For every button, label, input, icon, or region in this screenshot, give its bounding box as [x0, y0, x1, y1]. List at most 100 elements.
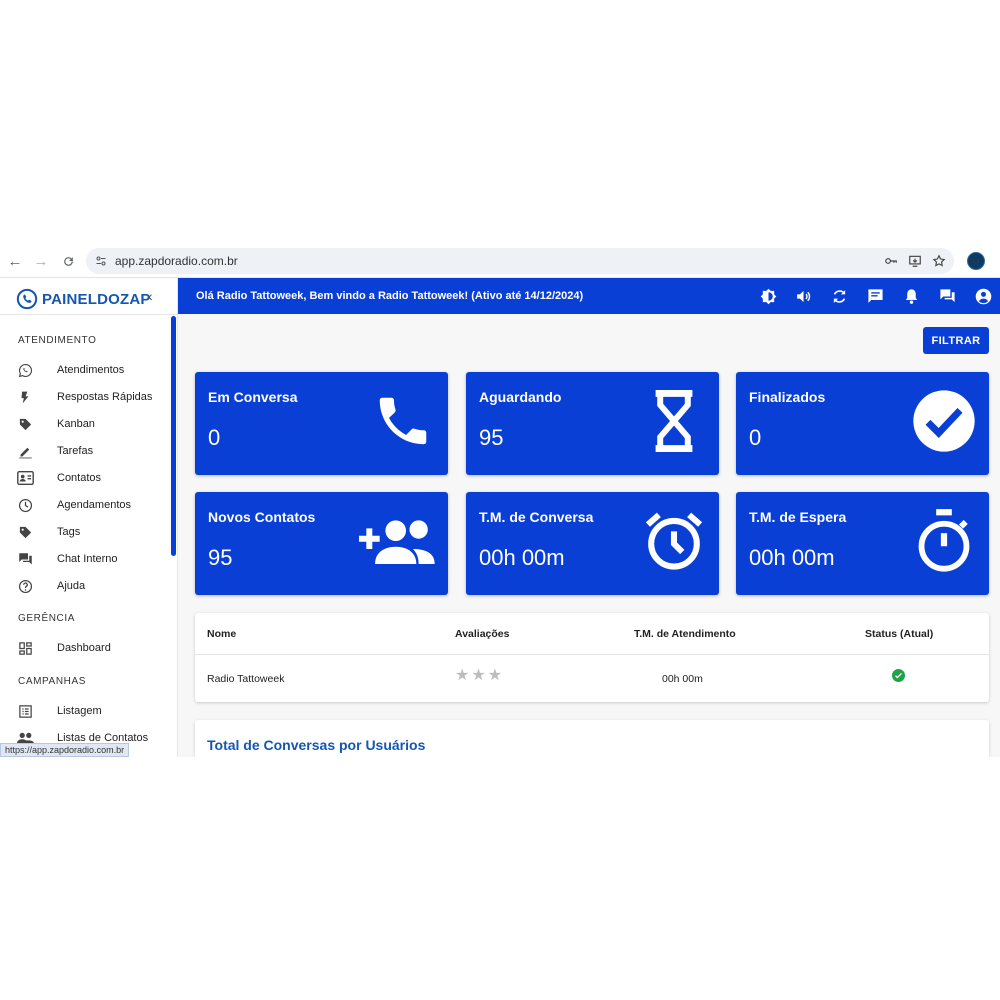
- table-divider: [195, 654, 989, 655]
- pencil-icon: [16, 443, 34, 459]
- volume-icon[interactable]: [794, 287, 812, 305]
- top-app-bar: Olá Radio Tattoweek, Bem vindo a Radio T…: [178, 278, 1000, 314]
- browser-toolbar: ← → app.zapdoradio.com.br: [0, 244, 1000, 278]
- sidebar-item-tarefas[interactable]: Tarefas: [0, 439, 170, 463]
- column-header-avaliacoes[interactable]: Avaliações: [455, 628, 509, 640]
- sidebar-item-listagem[interactable]: Listagem: [0, 699, 170, 723]
- install-app-icon[interactable]: [903, 254, 927, 268]
- app-screenshot: ← → app.zapdoradio.com.br PAINELDOZAP ‹ …: [0, 244, 1000, 757]
- brand-logo[interactable]: PAINELDOZAP: [16, 288, 151, 310]
- sidebar-divider: [0, 314, 177, 315]
- star-icon[interactable]: ★: [488, 668, 502, 684]
- tag-icon: [16, 416, 34, 432]
- sidebar-item-agendamentos[interactable]: Agendamentos: [0, 493, 170, 517]
- sidebar-item-label: Tarefas: [57, 445, 94, 457]
- profile-avatar[interactable]: [967, 252, 985, 270]
- sidebar-item-label: Ajuda: [57, 580, 86, 592]
- tag-icon: [16, 524, 34, 540]
- timer-icon: [909, 506, 979, 576]
- sidebar-item-label: Atendimentos: [57, 364, 125, 376]
- sidebar-item-label: Contatos: [57, 472, 102, 484]
- dashboard-icon: [16, 640, 34, 656]
- contact-card-icon: [16, 470, 34, 486]
- browser-status-url: https://app.zapdoradio.com.br: [0, 743, 130, 757]
- section-gerencia: GERÊNCIA: [18, 613, 76, 624]
- phone-icon: [368, 386, 438, 456]
- forum-icon[interactable]: [938, 287, 956, 305]
- sidebar-item-label: Dashboard: [57, 642, 111, 654]
- clock-icon: [16, 497, 34, 513]
- card-title: T.M. de Conversa: [479, 509, 594, 525]
- sidebar-item-chat-interno[interactable]: Chat Interno: [0, 547, 170, 571]
- sidebar-item-label: Respostas Rápidas: [57, 391, 153, 403]
- sidebar-item-label: Chat Interno: [57, 553, 118, 565]
- theme-toggle-icon[interactable]: [759, 287, 777, 305]
- address-bar[interactable]: app.zapdoradio.com.br: [86, 248, 954, 274]
- sidebar-item-respostas-rapidas[interactable]: Respostas Rápidas: [0, 385, 170, 409]
- account-circle-icon[interactable]: [974, 287, 992, 305]
- card-novos-contatos: Novos Contatos 95: [195, 492, 448, 595]
- group-add-icon: [358, 506, 438, 576]
- hourglass-icon: [639, 386, 709, 456]
- card-value: 0: [749, 425, 762, 450]
- site-settings-icon[interactable]: [95, 254, 107, 272]
- sidebar: PAINELDOZAP ‹ ATENDIMENTO Atendimentos R…: [0, 278, 178, 757]
- collapse-sidebar-icon[interactable]: ‹: [148, 288, 153, 304]
- star-icon[interactable]: ★: [471, 668, 485, 684]
- cell-nome: Radio Tattoweek: [207, 673, 285, 685]
- column-header-status[interactable]: Status (Atual): [865, 628, 933, 640]
- sidebar-item-label: Tags: [57, 526, 81, 538]
- card-title: Finalizados: [749, 389, 826, 405]
- card-value: 00h 00m: [479, 545, 565, 570]
- card-tm-conversa: T.M. de Conversa 00h 00m: [466, 492, 719, 595]
- sidebar-item-atendimentos[interactable]: Atendimentos: [0, 358, 170, 382]
- chat-icon[interactable]: [866, 287, 884, 305]
- refresh-icon[interactable]: [830, 287, 848, 305]
- sidebar-item-contatos[interactable]: Contatos: [0, 466, 170, 490]
- sidebar-item-tags[interactable]: Tags: [0, 520, 170, 544]
- chart-title: Total de Conversas por Usuários: [207, 737, 426, 753]
- section-campanhas: CAMPANHAS: [18, 676, 87, 687]
- card-value: 0: [208, 425, 221, 450]
- welcome-message: Olá Radio Tattoweek, Bem vindo a Radio T…: [196, 290, 584, 302]
- section-atendimento: ATENDIMENTO: [18, 335, 97, 346]
- filter-button[interactable]: FILTRAR: [923, 327, 989, 354]
- sidebar-item-label: Kanban: [57, 418, 95, 430]
- password-key-icon[interactable]: [879, 254, 903, 268]
- sidebar-item-label: Agendamentos: [57, 499, 131, 511]
- card-title: Aguardando: [479, 389, 562, 405]
- card-title: Novos Contatos: [208, 509, 316, 525]
- card-tm-espera: T.M. de Espera 00h 00m: [736, 492, 989, 595]
- card-value: 95: [479, 425, 504, 450]
- status-online-icon: [892, 669, 905, 682]
- chart-card: Total de Conversas por Usuários: [195, 720, 989, 757]
- sidebar-item-dashboard[interactable]: Dashboard: [0, 636, 170, 660]
- reload-icon[interactable]: [58, 251, 78, 271]
- card-value: 95: [208, 545, 233, 570]
- sidebar-item-label: Listagem: [57, 705, 102, 717]
- forum-icon: [16, 551, 34, 567]
- back-icon[interactable]: ←: [5, 251, 25, 271]
- bookmark-star-icon[interactable]: [927, 254, 951, 268]
- forward-icon[interactable]: →: [31, 251, 51, 271]
- alarm-icon: [639, 506, 709, 576]
- cell-tm-atendimento: 00h 00m: [662, 673, 703, 685]
- sidebar-item-ajuda[interactable]: Ajuda: [0, 574, 170, 598]
- check-circle-icon: [909, 386, 979, 456]
- list-icon: [16, 703, 34, 719]
- star-icon[interactable]: ★: [455, 668, 469, 684]
- card-em-conversa: Em Conversa 0: [195, 372, 448, 475]
- rating-stars[interactable]: ★ ★ ★: [455, 668, 502, 684]
- help-icon: [16, 578, 34, 594]
- card-title: T.M. de Espera: [749, 509, 847, 525]
- card-value: 00h 00m: [749, 545, 835, 570]
- column-header-nome[interactable]: Nome: [207, 628, 236, 640]
- sidebar-scrollbar[interactable]: [171, 316, 176, 556]
- card-aguardando: Aguardando 95: [466, 372, 719, 475]
- column-header-tm-atendimento[interactable]: T.M. de Atendimento: [634, 628, 736, 640]
- whatsapp-icon: [16, 362, 34, 378]
- attendants-table: Nome Avaliações T.M. de Atendimento Stat…: [195, 613, 989, 702]
- bell-icon[interactable]: [902, 287, 920, 305]
- sidebar-item-kanban[interactable]: Kanban: [0, 412, 170, 436]
- logo-phone-icon: [16, 288, 38, 310]
